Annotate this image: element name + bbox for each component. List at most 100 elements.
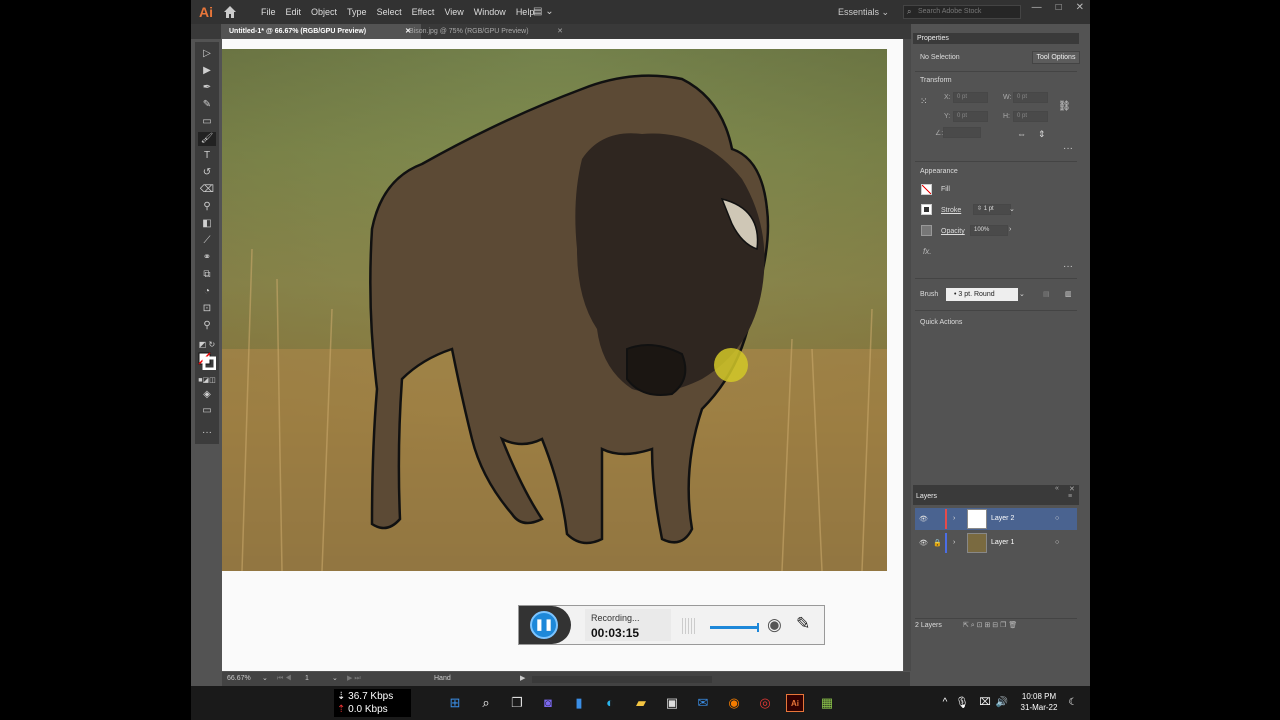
task-view-icon[interactable]: ❐	[508, 694, 526, 712]
maximize-icon[interactable]: □	[1056, 0, 1062, 24]
shape-builder-tool-icon[interactable]: ◧	[198, 217, 216, 231]
menu-type[interactable]: Type	[342, 0, 372, 24]
layer-row[interactable]: 👁 🔒 › Layer 1 ○	[915, 532, 1077, 554]
volume-slider[interactable]	[710, 623, 759, 632]
artboard-dropdown-icon[interactable]: ⌄	[332, 672, 338, 686]
curvature-tool-icon[interactable]: ✎	[198, 98, 216, 112]
webcam-icon[interactable]: ◉	[767, 615, 782, 635]
stroke-swatch[interactable]	[921, 204, 932, 215]
graph-tool-icon[interactable]: ◔	[198, 285, 216, 299]
tool-options-button[interactable]: Tool Options	[1032, 51, 1080, 64]
width-tool-icon[interactable]: ⚲	[198, 200, 216, 214]
brush-options-icon[interactable]: ▤	[1043, 290, 1050, 298]
store-icon[interactable]: ▣	[663, 694, 681, 712]
fill-swatch[interactable]	[921, 184, 932, 195]
brush-dropdown[interactable]: • 3 pt. Round	[946, 288, 1018, 301]
screen-mode-icon[interactable]: ▭	[198, 404, 216, 418]
zoom-tool-icon[interactable]: ⚲	[198, 319, 216, 333]
illustrator-taskbar-icon[interactable]: Ai	[786, 694, 804, 712]
target-circle-icon[interactable]: ○	[1055, 539, 1059, 546]
menu-window[interactable]: Window	[469, 0, 511, 24]
menu-effect[interactable]: Effect	[407, 0, 440, 24]
x-field[interactable]: 0 pt	[953, 92, 988, 103]
menu-edit[interactable]: Edit	[281, 0, 307, 24]
panel-menu-icon[interactable]: ≡	[1068, 493, 1072, 500]
layer-name[interactable]: Layer 1	[991, 532, 1014, 554]
constrain-proportions-icon[interactable]: ⛓	[1058, 101, 1071, 112]
collapse-panel-icon[interactable]: «	[1055, 485, 1059, 492]
draw-mode-icon[interactable]: ◈	[198, 388, 216, 402]
properties-tab[interactable]: Properties	[917, 33, 949, 44]
type-tool-icon[interactable]: T	[198, 149, 216, 163]
blend-tool-icon[interactable]: ⚭	[198, 251, 216, 265]
menu-file[interactable]: File	[256, 0, 281, 24]
recorder-taskbar-icon[interactable]: ▦	[818, 694, 836, 712]
network-icon[interactable]: ⌧	[976, 694, 994, 712]
fx-icon[interactable]: fx.	[923, 247, 931, 256]
close-icon[interactable]: ✕	[1076, 0, 1084, 24]
artboard-nav-prev-icon[interactable]: ⏮ ◀	[277, 672, 292, 686]
angle-field[interactable]	[943, 127, 981, 138]
lock-icon[interactable]: 🔒	[933, 539, 942, 547]
layers-tab[interactable]: Layers	[916, 493, 937, 500]
more-tools-icon[interactable]: ···	[198, 426, 216, 440]
search-taskbar-icon[interactable]: ⌕	[477, 694, 495, 712]
layer-name[interactable]: Layer 2	[991, 508, 1014, 530]
layer-actions-icons[interactable]: ⇱ ⌕ ⊡ ⊞ ⊟ ❐ 🗑	[963, 621, 1017, 630]
tray-chevron-icon[interactable]: ^	[936, 694, 954, 712]
horizontal-scrollbar[interactable]	[532, 676, 712, 683]
artboard-tool-icon[interactable]: ⊡	[198, 302, 216, 316]
fill-stroke-swatches-icon[interactable]	[198, 352, 217, 371]
pause-button[interactable]: ❚❚	[530, 611, 558, 639]
arrange-documents-icon[interactable]: ▤ ⌄	[533, 0, 554, 24]
flip-horizontal-icon[interactable]: ⇔	[1017, 129, 1026, 139]
rectangle-tool-icon[interactable]: ▭	[198, 115, 216, 129]
menu-view[interactable]: View	[439, 0, 468, 24]
clock[interactable]: 10:08 PM 31-Mar-22	[1014, 691, 1064, 713]
opacity-arrow-icon[interactable]: ›	[1009, 226, 1011, 233]
phone-link-icon[interactable]: ▮	[570, 694, 588, 712]
stroke-weight-dropdown-icon[interactable]: ⌄	[1009, 205, 1015, 213]
symbol-sprayer-tool-icon[interactable]: ⧉	[198, 268, 216, 282]
workspace-switcher[interactable]: Essentials ⌄	[838, 0, 889, 24]
stroke-weight-field[interactable]: ⇳ 1 pt	[973, 204, 1011, 215]
target-circle-icon[interactable]: ○	[1055, 515, 1059, 522]
stroke-label[interactable]: Stroke	[941, 207, 961, 214]
windows-start-icon[interactable]: ⊞	[446, 694, 464, 712]
artboard-nav-next-icon[interactable]: ▶ ⏭	[347, 672, 361, 686]
fill-stroke-swap-icon[interactable]: ◩ ↻	[198, 338, 216, 352]
file-explorer-icon[interactable]: ▰	[632, 694, 650, 712]
visibility-eye-icon[interactable]: 👁	[919, 515, 928, 523]
more-options-icon[interactable]: ···	[1063, 143, 1073, 154]
canvas[interactable]: ❚❚ Recording... 00:03:15 ◉ ✎	[222, 39, 903, 671]
layer-row[interactable]: 👁 › Layer 2 ○	[915, 508, 1077, 530]
more-options-icon[interactable]: ···	[1063, 261, 1073, 272]
volume-icon[interactable]: 🔊	[993, 694, 1011, 712]
expand-layer-icon[interactable]: ›	[953, 539, 955, 546]
paintbrush-tool-icon[interactable]: 🖌	[198, 132, 216, 146]
microphone-icon[interactable]: 🎙	[953, 694, 971, 712]
status-arrow-icon[interactable]: ▶	[520, 672, 525, 686]
mail-icon[interactable]: ✉	[694, 694, 712, 712]
minimize-icon[interactable]: —	[1032, 0, 1042, 24]
edge-icon[interactable]: ◐	[601, 694, 619, 712]
search-input[interactable]: ⌕ Search Adobe Stock	[903, 5, 1021, 19]
opacity-label[interactable]: Opacity	[941, 228, 965, 235]
eraser-tool-icon[interactable]: ⌫	[198, 183, 216, 197]
close-tab-icon[interactable]: ✕	[557, 24, 563, 39]
direct-selection-tool-icon[interactable]: ▶	[198, 64, 216, 78]
vertical-scrollbar[interactable]	[904, 39, 911, 671]
tab-untitled[interactable]: Untitled-1* @ 66.67% (RGB/GPU Preview) ✕	[221, 24, 421, 39]
artboard-number[interactable]: 1	[305, 672, 309, 686]
firefox-icon[interactable]: ◉	[725, 694, 743, 712]
tab-bison[interactable]: Bison.jpg @ 75% (RGB/GPU Preview) ✕	[401, 24, 573, 39]
color-modes-icon[interactable]: ■◪◫	[198, 374, 216, 388]
opacity-field[interactable]: 100%	[970, 225, 1008, 236]
close-panel-icon[interactable]: ✕	[1069, 485, 1075, 493]
y-field[interactable]: 0 pt	[953, 111, 988, 122]
rotate-tool-icon[interactable]: ↺	[198, 166, 216, 180]
visibility-eye-icon[interactable]: 👁	[919, 539, 928, 547]
selection-tool-icon[interactable]: ▷	[198, 47, 216, 61]
pen-annotation-icon[interactable]: ✎	[796, 614, 810, 634]
menu-select[interactable]: Select	[372, 0, 407, 24]
